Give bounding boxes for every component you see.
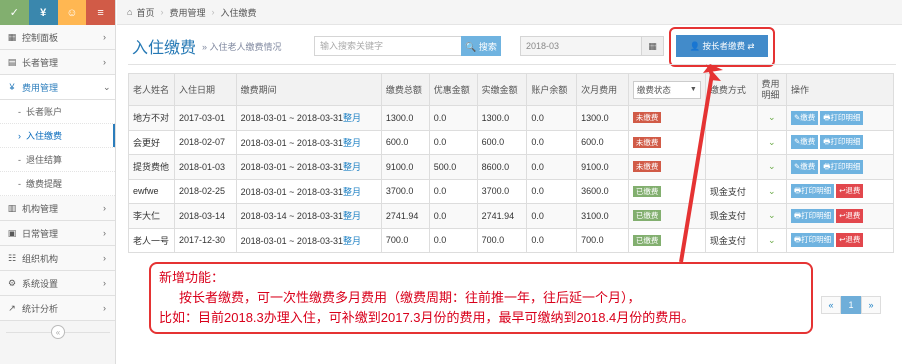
arrow-head: [703, 64, 723, 73]
arrow-shaft: [679, 73, 714, 263]
feature-callout: 新增功能： 按长者缴费，可一次性缴费多月费用（缴费周期：往前推一年，往后延一个月…: [149, 262, 813, 334]
callout-line-1: 新增功能：: [159, 270, 225, 285]
callout-line-2: 按长者缴费，可一次性缴费多月费用（缴费周期：往前推一年，往后延一个月），: [179, 290, 641, 305]
callout-line-3: 比如：目前2018.3办理入住，可补缴到2017.3月份的费用，最早可缴纳到20…: [159, 310, 695, 325]
